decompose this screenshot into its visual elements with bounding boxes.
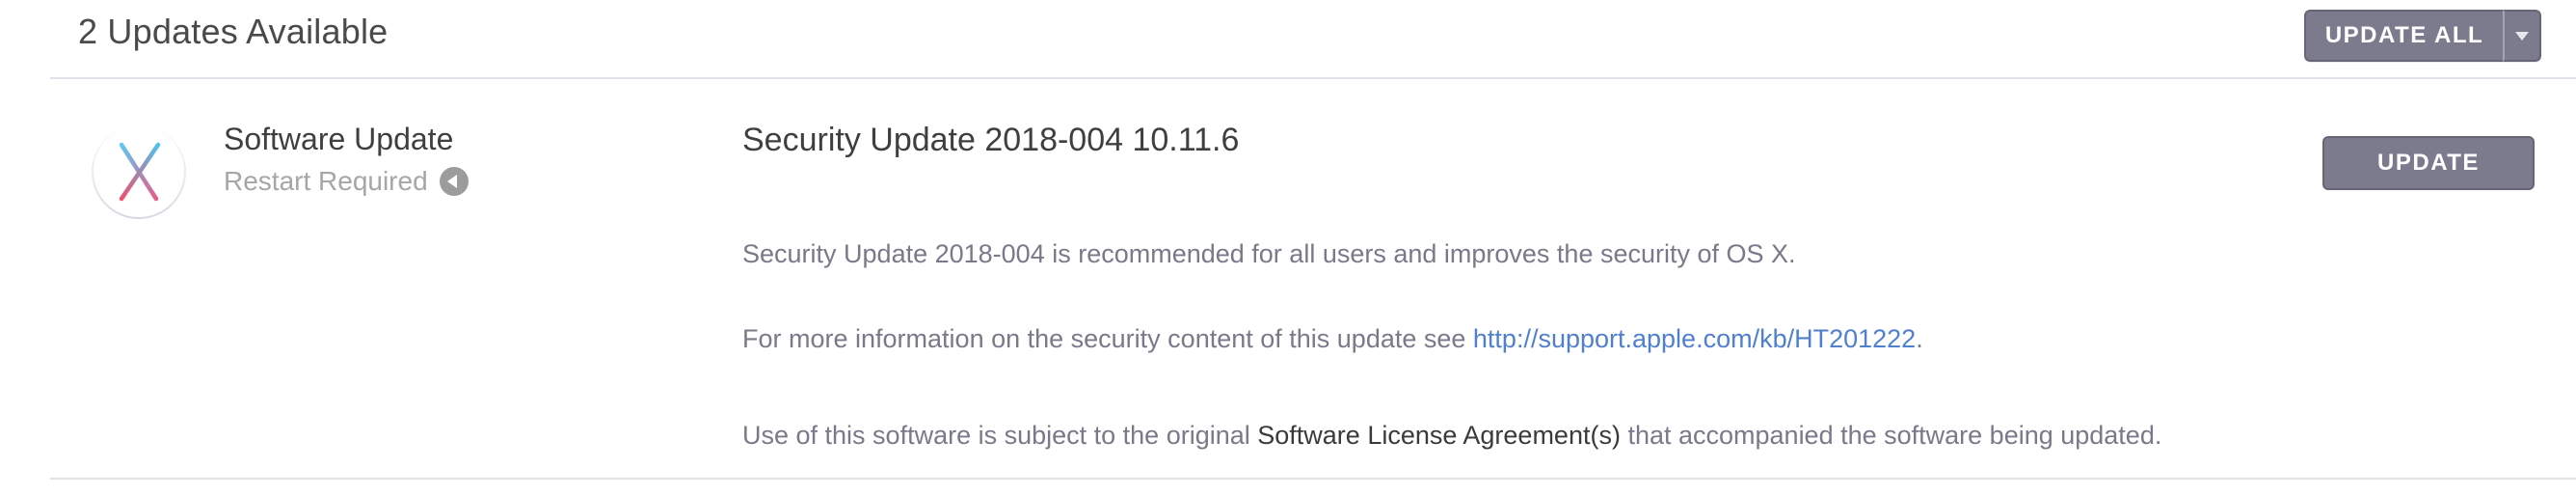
update-all-button-group[interactable]: UPDATE ALL	[2304, 10, 2541, 62]
update-title: Security Update 2018-004 10.11.6	[742, 122, 1240, 158]
more-info-prefix: For more information on the security con…	[742, 324, 1473, 353]
os-x-logo-icon	[92, 124, 186, 219]
more-info-suffix: .	[1916, 324, 1923, 353]
license-text: Use of this software is subject to the o…	[742, 421, 2161, 451]
license-prefix: Use of this software is subject to the o…	[742, 421, 1258, 450]
more-info-text: For more information on the security con…	[742, 324, 1923, 354]
chevron-down-icon	[2515, 31, 2529, 41]
update-button[interactable]: UPDATE	[2322, 136, 2535, 190]
restart-status: Restart Required	[224, 166, 469, 197]
update-all-button[interactable]: UPDATE ALL	[2304, 10, 2503, 62]
update-all-dropdown-button[interactable]	[2503, 10, 2541, 62]
restart-arrow-icon[interactable]	[439, 167, 469, 196]
updates-pane: 2 Updates Available UPDATE ALL Software …	[0, 0, 2576, 496]
app-name: Software Update	[224, 122, 454, 156]
header-divider	[50, 77, 2576, 79]
page-title: 2 Updates Available	[78, 12, 389, 51]
item-divider	[50, 478, 2576, 480]
restart-required-label: Restart Required	[224, 166, 428, 196]
security-info-link[interactable]: http://support.apple.com/kb/HT201222	[1473, 324, 1916, 353]
update-description: Security Update 2018-004 is recommended …	[742, 239, 1796, 268]
license-suffix: that accompanied the software being upda…	[1620, 421, 2162, 450]
license-agreement-link[interactable]: Software License Agreement(s)	[1257, 421, 1621, 450]
